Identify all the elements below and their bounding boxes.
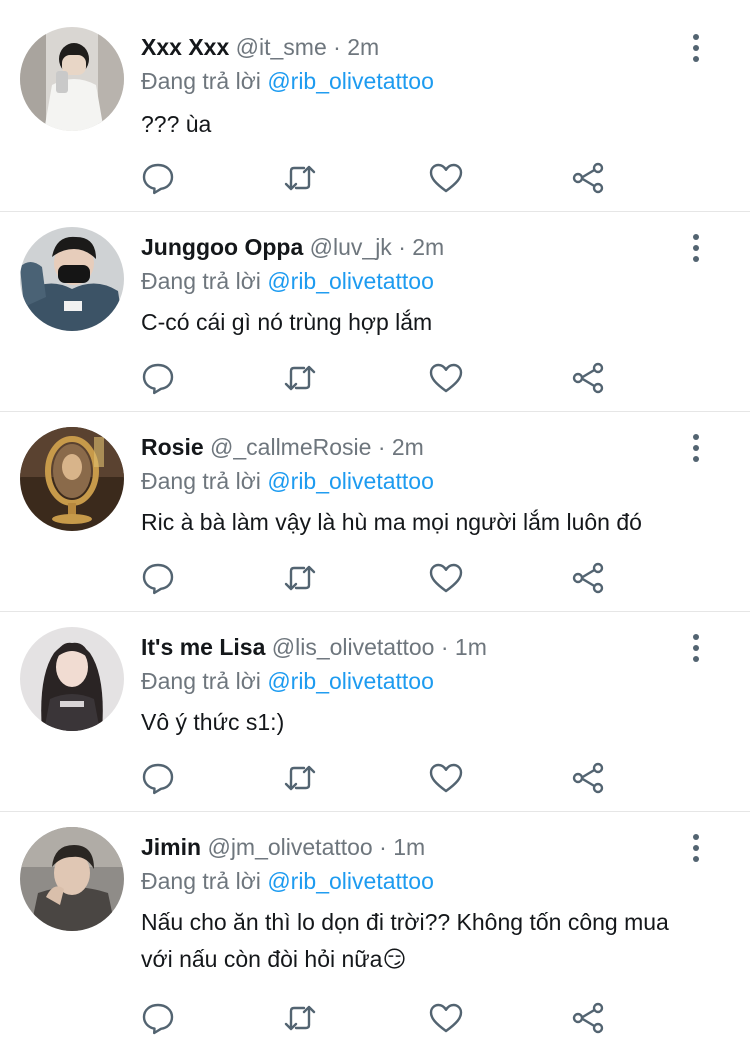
more-options-icon[interactable] bbox=[686, 834, 706, 862]
replying-to: Đang trả lời @rib_olivetattoo bbox=[141, 266, 434, 296]
replying-to: Đang trả lời @rib_olivetattoo bbox=[141, 666, 434, 696]
timestamp[interactable]: 2m bbox=[412, 234, 444, 260]
tweet[interactable]: Rosie @_callmeRosie · 2m Đang trả lời @r… bbox=[0, 412, 750, 612]
user-handle[interactable]: @it_sme bbox=[236, 34, 327, 60]
mention-link[interactable]: @rib_olivetattoo bbox=[267, 868, 434, 894]
tweet-header: Xxx Xxx @it_sme · 2m bbox=[141, 32, 379, 62]
like-icon[interactable] bbox=[428, 560, 464, 596]
tweet-text: Ric à bà làm vậy là hù ma mọi người lắm … bbox=[141, 509, 642, 535]
tweet-text: Nấu cho ăn thì lo dọn đi trời?? Không tố… bbox=[141, 909, 669, 972]
replying-to: Đang trả lời @rib_olivetattoo bbox=[141, 866, 434, 896]
tweet-actions bbox=[140, 160, 610, 196]
separator-dot: · bbox=[440, 634, 449, 660]
tweet-actions bbox=[140, 760, 610, 796]
retweet-icon[interactable] bbox=[282, 760, 318, 796]
tweet-actions bbox=[140, 360, 610, 396]
tweet-header: Jimin @jm_olivetattoo · 1m bbox=[141, 832, 425, 862]
reply-icon[interactable] bbox=[140, 760, 176, 796]
tweet[interactable]: Xxx Xxx @it_sme · 2m Đang trả lời @rib_o… bbox=[0, 0, 750, 212]
more-options-icon[interactable] bbox=[686, 434, 706, 462]
more-options-icon[interactable] bbox=[686, 34, 706, 62]
tweet[interactable]: Jimin @jm_olivetattoo · 1m Đang trả lời … bbox=[0, 812, 750, 1052]
user-handle[interactable]: @jm_olivetattoo bbox=[207, 834, 372, 860]
like-icon[interactable] bbox=[428, 160, 464, 196]
mention-link[interactable]: @rib_olivetattoo bbox=[267, 268, 434, 294]
avatar-man bbox=[20, 827, 124, 931]
mention-link[interactable]: @rib_olivetattoo bbox=[267, 68, 434, 94]
tweet-text: Vô ý thức s1:) bbox=[141, 709, 285, 735]
replying-to-label: Đang trả lời bbox=[141, 668, 261, 694]
share-icon[interactable] bbox=[570, 560, 606, 596]
reply-icon[interactable] bbox=[140, 1000, 176, 1036]
avatar-woman bbox=[20, 627, 124, 731]
like-icon[interactable] bbox=[428, 1000, 464, 1036]
timestamp[interactable]: 2m bbox=[347, 34, 379, 60]
reply-feed: Xxx Xxx @it_sme · 2m Đang trả lời @rib_o… bbox=[0, 0, 750, 1052]
like-icon[interactable] bbox=[428, 360, 464, 396]
replying-to-label: Đang trả lời bbox=[141, 268, 261, 294]
user-handle[interactable]: @luv_jk bbox=[310, 234, 392, 260]
mention-link[interactable]: @rib_olivetattoo bbox=[267, 468, 434, 494]
retweet-icon[interactable] bbox=[282, 1000, 318, 1036]
avatar[interactable] bbox=[20, 427, 124, 531]
share-icon[interactable] bbox=[570, 360, 606, 396]
more-options-icon[interactable] bbox=[686, 634, 706, 662]
replying-to-label: Đang trả lời bbox=[141, 68, 261, 94]
timestamp[interactable]: 2m bbox=[392, 434, 424, 460]
avatar[interactable] bbox=[20, 827, 124, 931]
separator-dot: · bbox=[333, 34, 341, 60]
replying-to: Đang trả lời @rib_olivetattoo bbox=[141, 466, 434, 496]
replying-to-label: Đang trả lời bbox=[141, 868, 261, 894]
retweet-icon[interactable] bbox=[282, 160, 318, 196]
display-name[interactable]: Rosie bbox=[141, 434, 204, 460]
tweet-actions bbox=[140, 560, 610, 596]
avatar-masked-man bbox=[20, 227, 124, 331]
tweet-text: C-có cái gì nó trùng hợp lắm bbox=[141, 309, 433, 335]
reply-icon[interactable] bbox=[140, 160, 176, 196]
retweet-icon[interactable] bbox=[282, 360, 318, 396]
share-icon[interactable] bbox=[570, 160, 606, 196]
retweet-icon[interactable] bbox=[282, 560, 318, 596]
avatar[interactable] bbox=[20, 27, 124, 131]
display-name[interactable]: It's me Lisa bbox=[141, 634, 265, 660]
tweet-text: ??? ùa bbox=[141, 111, 212, 137]
replying-to: Đang trả lời @rib_olivetattoo bbox=[141, 66, 434, 96]
avatar[interactable] bbox=[20, 227, 124, 331]
like-icon[interactable] bbox=[428, 760, 464, 796]
timestamp[interactable]: 1m bbox=[393, 834, 425, 860]
share-icon[interactable] bbox=[570, 1000, 606, 1036]
user-handle[interactable]: @lis_olivetattoo bbox=[272, 634, 435, 660]
display-name[interactable]: Junggoo Oppa bbox=[141, 234, 303, 260]
separator-dot: · bbox=[377, 434, 386, 460]
tweet[interactable]: Junggoo Oppa @luv_jk · 2m Đang trả lời @… bbox=[0, 212, 750, 412]
avatar-golden-mirror bbox=[20, 427, 124, 531]
separator-dot: · bbox=[379, 834, 387, 860]
tweet-actions bbox=[140, 1000, 610, 1036]
separator-dot: · bbox=[398, 234, 406, 260]
avatar-mirror-selfie bbox=[20, 27, 124, 131]
tweet[interactable]: It's me Lisa @lis_olivetattoo · 1m Đang … bbox=[0, 612, 750, 812]
replying-to-label: Đang trả lời bbox=[141, 468, 261, 494]
tweet-header: Rosie @_callmeRosie · 2m bbox=[141, 432, 424, 462]
timestamp[interactable]: 1m bbox=[455, 634, 487, 660]
tweet-header: Junggoo Oppa @luv_jk · 2m bbox=[141, 232, 444, 262]
reply-icon[interactable] bbox=[140, 360, 176, 396]
display-name[interactable]: Xxx Xxx bbox=[141, 34, 229, 60]
user-handle[interactable]: @_callmeRosie bbox=[210, 434, 371, 460]
reply-icon[interactable] bbox=[140, 560, 176, 596]
mention-link[interactable]: @rib_olivetattoo bbox=[267, 668, 434, 694]
share-icon[interactable] bbox=[570, 760, 606, 796]
tweet-header: It's me Lisa @lis_olivetattoo · 1m bbox=[141, 632, 487, 662]
more-options-icon[interactable] bbox=[686, 234, 706, 262]
avatar[interactable] bbox=[20, 627, 124, 731]
display-name[interactable]: Jimin bbox=[141, 834, 201, 860]
